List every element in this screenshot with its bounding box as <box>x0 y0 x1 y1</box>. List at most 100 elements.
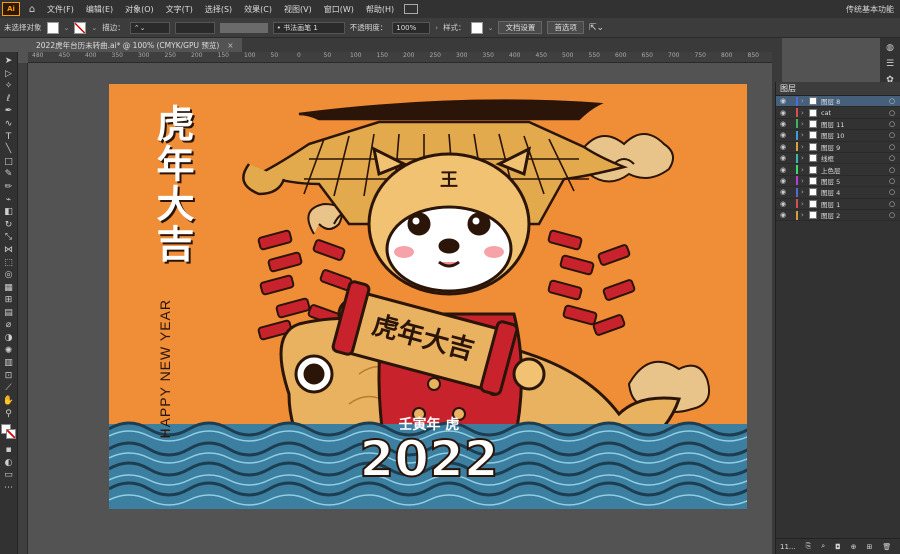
brush-dropdown[interactable]: • 书法画笔 1 <box>272 21 345 34</box>
layer-name[interactable]: 线框 <box>821 153 887 163</box>
delete-icon[interactable]: 🗑 <box>882 543 891 551</box>
eyedropper-tool-icon[interactable]: ⌀ <box>2 319 16 331</box>
curvature-tool-icon[interactable]: ∿ <box>2 118 16 130</box>
visibility-eye-icon[interactable]: ◉ <box>776 166 790 174</box>
shaper-tool-icon[interactable]: ⌁ <box>2 194 16 206</box>
menu-item-4[interactable]: 选择(S) <box>199 4 238 15</box>
layer-row[interactable]: ◉ › 图层 10 ○ <box>776 130 900 142</box>
variable-width-dropdown[interactable] <box>174 21 215 34</box>
properties-icon[interactable]: ☰ <box>883 58 897 70</box>
fill-stroke-widget[interactable] <box>0 424 17 440</box>
home-icon[interactable]: ⌂ <box>23 4 41 15</box>
rectangle-tool-icon[interactable]: □ <box>2 156 16 168</box>
visibility-eye-icon[interactable]: ◉ <box>776 143 790 151</box>
column-graph-tool-icon[interactable]: ▥ <box>2 357 16 369</box>
export-icon[interactable]: ⎘ <box>806 542 812 551</box>
new-layer-icon[interactable]: ⊞ <box>867 543 873 551</box>
hand-tool-icon[interactable]: ✋ <box>2 395 16 407</box>
graphic-style-swatch[interactable] <box>470 21 483 34</box>
menu-item-0[interactable]: 文件(F) <box>41 4 80 15</box>
chevron-right-icon[interactable]: › <box>801 143 809 151</box>
artboard[interactable]: 王 虎年大吉 壬寅年 虎 2022 虎年大吉 HAPPY NEW YEAR <box>109 84 747 509</box>
chevron-right-icon[interactable]: › <box>801 177 809 185</box>
lasso-tool-icon[interactable]: ℓ <box>2 93 16 105</box>
menu-item-8[interactable]: 帮助(H) <box>360 4 400 15</box>
color-mode-icon[interactable]: ▪ <box>2 444 16 456</box>
document-tab[interactable]: 2022虎年台历未转曲.ai* @ 100% (CMYK/GPU 预览) × <box>28 38 242 52</box>
chevron-right-icon[interactable]: › <box>801 188 809 196</box>
chevron-right-icon[interactable]: › <box>801 97 809 105</box>
layer-name[interactable]: 图层 2 <box>821 210 887 220</box>
visibility-eye-icon[interactable]: ◉ <box>776 188 790 196</box>
target-circle-icon[interactable]: ○ <box>887 143 897 151</box>
target-circle-icon[interactable]: ○ <box>887 166 897 174</box>
target-circle-icon[interactable]: ○ <box>887 211 897 219</box>
menu-item-2[interactable]: 对象(O) <box>119 4 160 15</box>
chevron-down-icon[interactable]: ⌄ <box>488 24 494 32</box>
layer-name[interactable]: 图层 5 <box>821 176 887 186</box>
target-circle-icon[interactable]: ○ <box>887 131 897 139</box>
chevron-right-icon[interactable]: › <box>801 211 809 219</box>
eraser-tool-icon[interactable]: ◧ <box>2 206 16 218</box>
menu-item-6[interactable]: 视图(V) <box>278 4 318 15</box>
profile-preview[interactable] <box>219 22 268 33</box>
locate-object-icon[interactable]: ⌕ <box>821 542 825 551</box>
pencil-tool-icon[interactable]: ✏ <box>2 181 16 193</box>
magic-wand-tool-icon[interactable]: ✧ <box>2 80 16 92</box>
layer-name[interactable]: 上色层 <box>821 165 887 175</box>
fill-swatch[interactable] <box>46 21 59 34</box>
arrange-documents-icon[interactable] <box>404 4 419 14</box>
chevron-down-icon[interactable]: ⌄ <box>64 24 70 32</box>
zoom-tool-icon[interactable]: ⚲ <box>2 408 16 420</box>
visibility-eye-icon[interactable]: ◉ <box>776 177 790 185</box>
visibility-eye-icon[interactable]: ◉ <box>776 131 790 139</box>
layer-row[interactable]: ◉ › 图层 8 ○ <box>776 96 900 108</box>
mesh-tool-icon[interactable]: ⊞ <box>2 294 16 306</box>
target-circle-icon[interactable]: ○ <box>887 154 897 162</box>
layer-name[interactable]: 图层 1 <box>821 199 887 209</box>
visibility-eye-icon[interactable]: ◉ <box>776 211 790 219</box>
gradient-tool-icon[interactable]: ▤ <box>2 307 16 319</box>
menu-item-5[interactable]: 效果(C) <box>238 4 278 15</box>
target-circle-icon[interactable]: ○ <box>887 188 897 196</box>
opacity-field[interactable]: 100% <box>392 21 431 34</box>
visibility-eye-icon[interactable]: ◉ <box>776 109 790 117</box>
visibility-eye-icon[interactable]: ◉ <box>776 154 790 162</box>
layer-row[interactable]: ◉ › 图层 9 ○ <box>776 142 900 153</box>
free-transform-tool-icon[interactable]: ⬚ <box>2 257 16 269</box>
layer-row[interactable]: ◉ › 图层 5 ○ <box>776 176 900 188</box>
visibility-eye-icon[interactable]: ◉ <box>776 200 790 208</box>
width-tool-icon[interactable]: ⋈ <box>2 244 16 256</box>
screen-mode-icon[interactable]: ▭ <box>2 469 16 481</box>
layer-row[interactable]: ◉ › 上色层 ○ <box>776 164 900 176</box>
layer-row[interactable]: ◉ › 图层 4 ○ <box>776 187 900 199</box>
symbol-sprayer-tool-icon[interactable]: ✺ <box>2 345 16 357</box>
slice-tool-icon[interactable]: ⟋ <box>2 382 16 394</box>
document-setup-button[interactable]: 文档设置 <box>498 21 543 34</box>
target-circle-icon[interactable]: ○ <box>887 120 897 128</box>
close-icon[interactable]: × <box>227 41 233 50</box>
stroke-weight-field[interactable]: ⌃⌄ <box>129 21 170 34</box>
chevron-right-icon[interactable]: › <box>801 200 809 208</box>
chevron-right-icon[interactable]: › <box>801 154 809 162</box>
menu-item-3[interactable]: 文字(T) <box>160 4 199 15</box>
target-circle-icon[interactable]: ○ <box>887 109 897 117</box>
paintbrush-tool-icon[interactable]: ✎ <box>2 168 16 180</box>
arrange-icon[interactable]: ⇱⌄ <box>589 23 604 33</box>
chevron-down-icon[interactable]: ⌄ <box>91 24 97 32</box>
chevron-right-icon[interactable]: › <box>801 131 809 139</box>
type-tool-icon[interactable]: T <box>2 131 16 143</box>
chevron-right-icon[interactable]: › <box>435 24 438 32</box>
direct-selection-tool-icon[interactable]: ▷ <box>2 68 16 80</box>
layer-row[interactable]: ◉ › 图层 11 ○ <box>776 119 900 131</box>
chevron-right-icon[interactable]: › <box>801 120 809 128</box>
target-circle-icon[interactable]: ○ <box>887 177 897 185</box>
chevron-right-icon[interactable]: › <box>801 109 809 117</box>
layer-name[interactable]: cat <box>821 109 887 117</box>
stroke-swatch[interactable] <box>74 21 87 34</box>
layer-name[interactable]: 图层 11 <box>821 119 887 129</box>
libraries-icon[interactable]: ◍ <box>883 42 897 54</box>
horizontal-ruler[interactable]: 480 450 400 350 300 250 200 150 100 50 0 50 100 150 20… <box>28 52 772 63</box>
artboard-tool-icon[interactable]: ⊡ <box>2 370 16 382</box>
menu-item-7[interactable]: 窗口(W) <box>318 4 360 15</box>
